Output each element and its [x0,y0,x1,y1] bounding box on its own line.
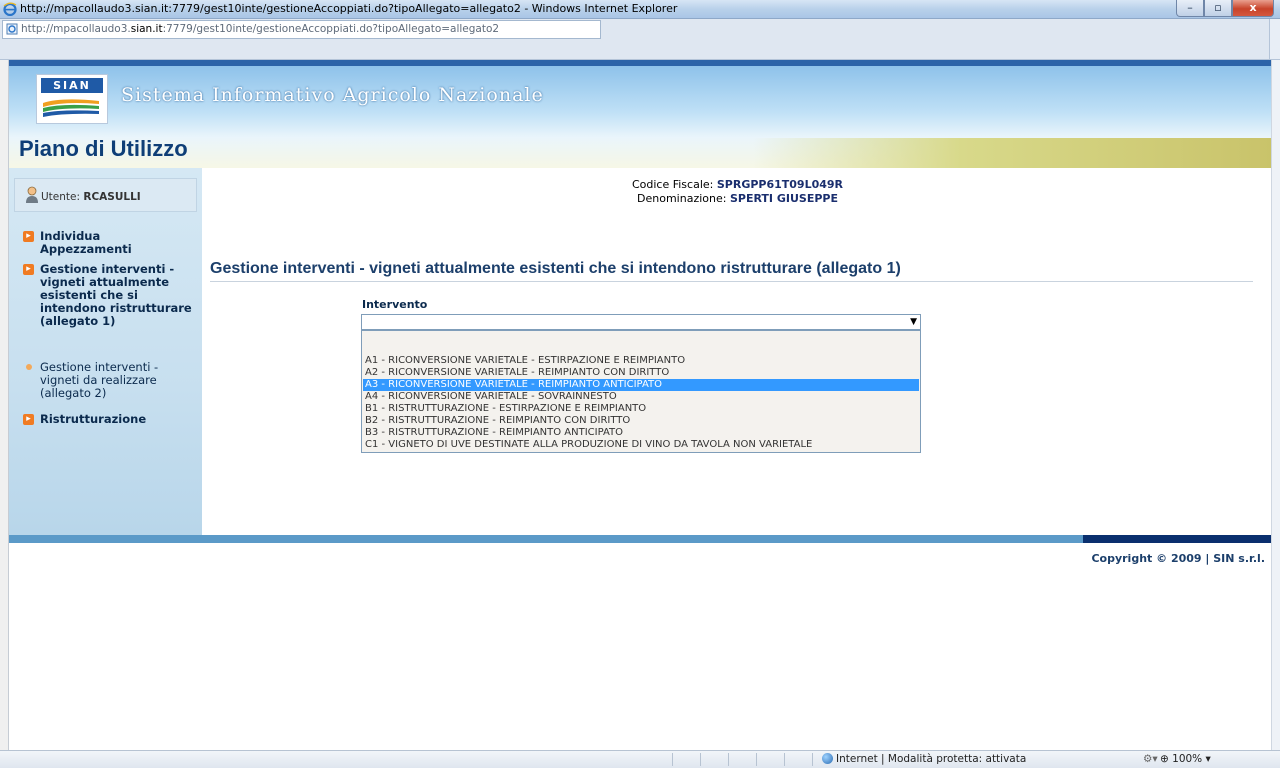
page-title: Gestione interventi - vigneti attualment… [210,260,901,277]
copyright-text: Copyright © 2009 | SIN s.r.l. [1091,552,1265,565]
sidebar-item-gestione-allegato-1[interactable]: ▸ Gestione interventi - vigneti attualme… [23,263,193,328]
dropdown-option[interactable]: A2 - RICONVERSIONE VARIETALE - REIMPIANT… [363,367,919,379]
window-title: http://mpacollaudo3.sian.it:7779/gest10i… [20,2,678,15]
denominazione-value: SPERTI GIUSEPPE [729,192,838,205]
dropdown-option[interactable]: B3 - RISTRUTTURAZIONE - REIMPIANTO ANTIC… [363,427,919,439]
address-bar-area: http://mpacollaudo3.sian.it:7779/gest10i… [0,19,1280,60]
brand-title: Sistema Informativo Agricolo Nazionale [121,84,544,106]
status-divider [672,753,673,766]
dropdown-option-blank[interactable] [363,332,919,344]
minimize-button[interactable]: – [1176,0,1204,17]
dropdown-option[interactable]: B2 - RISTRUTTURAZIONE - REIMPIANTO CON D… [363,415,919,427]
security-zone[interactable]: Internet | Modalità protetta: attivata [822,753,1026,765]
page-header: SIAN Sistema Informativo Agricolo Nazion… [9,60,1273,168]
maximize-button[interactable]: ▫ [1204,0,1232,17]
status-divider [812,753,813,766]
dropdown-option[interactable]: A4 - RICONVERSIONE VARIETALE - SOVRAINNE… [363,391,919,403]
title-divider [210,281,1253,282]
page-viewport: SIAN Sistema Informativo Agricolo Nazion… [8,60,1273,750]
main-content: Codice Fiscale: SPRGPP61T09L049R Denomin… [202,168,1273,535]
user-box: Utente: RCASULLI [14,178,197,212]
app-title: Piano di Utilizzo [19,136,188,161]
footer-bar-accent [1083,535,1273,543]
sidebar-item-individua-appezzamenti[interactable]: ▸ Individua Appezzamenti [23,230,193,256]
footer-bar [9,535,1273,543]
dropdown-option-highlighted[interactable]: A3 - RICONVERSIONE VARIETALE - REIMPIANT… [363,379,919,391]
close-button[interactable]: x [1232,0,1274,17]
denominazione-line: Denominazione: SPERTI GIUSEPPE [637,192,838,205]
sian-logo: SIAN [36,74,108,124]
status-divider [756,753,757,766]
address-url: http://mpacollaudo3.sian.it:7779/gest10i… [21,23,500,35]
zoom-level[interactable]: ⊕ 100% ▾ [1160,753,1211,765]
protected-mode-icon[interactable]: ⚙▾ [1143,753,1158,765]
dropdown-option[interactable]: A1 - RICONVERSIONE VARIETALE - ESTIRPAZI… [363,355,919,367]
codice-fiscale-line: Codice Fiscale: SPRGPP61T09L049R [631,178,844,191]
sidebar-item-ristrutturazione[interactable]: ▸ Ristrutturazione [23,413,193,426]
arrow-right-icon: ▸ [23,264,34,275]
codice-fiscale-value: SPRGPP61T09L049R [716,178,844,191]
dropdown-arrow-icon[interactable]: ▼ [910,317,917,327]
sidebar: Utente: RCASULLI ▸ Individua Appezzament… [9,168,202,535]
arrow-right-icon: ▸ [23,231,34,242]
vertical-scrollbar[interactable] [1271,60,1280,750]
status-bar: Internet | Modalità protetta: attivata ⚙… [0,750,1280,768]
status-divider [784,753,785,766]
user-label: Utente: RCASULLI [41,191,141,203]
intervento-label: Intervento [362,298,428,311]
arrow-right-icon: ▸ [23,414,34,425]
bullet-dot-icon [26,364,32,370]
dropdown-option[interactable]: C1 - VIGNETO DI UVE DESTINATE ALLA PRODU… [363,439,919,451]
address-field[interactable]: http://mpacollaudo3.sian.it:7779/gest10i… [2,20,601,39]
internet-explorer-icon [3,2,17,16]
user-name: RCASULLI [83,191,141,203]
address-bar-end [1269,19,1280,59]
logo-waves-icon [43,99,99,117]
window-title-bar[interactable]: http://mpacollaudo3.sian.it:7779/gest10i… [0,0,1280,19]
dropdown-option[interactable]: B1 - RISTRUTTURAZIONE - ESTIRPAZIONE E R… [363,403,919,415]
intervento-select[interactable]: ▼ [361,314,921,330]
user-icon [26,186,38,203]
header-field-image [753,138,1273,168]
status-divider [700,753,701,766]
intervento-dropdown-list[interactable]: A1 - RICONVERSIONE VARIETALE - ESTIRPAZI… [361,330,921,453]
page-icon [6,23,18,35]
status-divider [728,753,729,766]
sidebar-item-gestione-allegato-2[interactable]: Gestione interventi - vigneti da realizz… [23,361,193,400]
globe-icon [822,753,833,764]
